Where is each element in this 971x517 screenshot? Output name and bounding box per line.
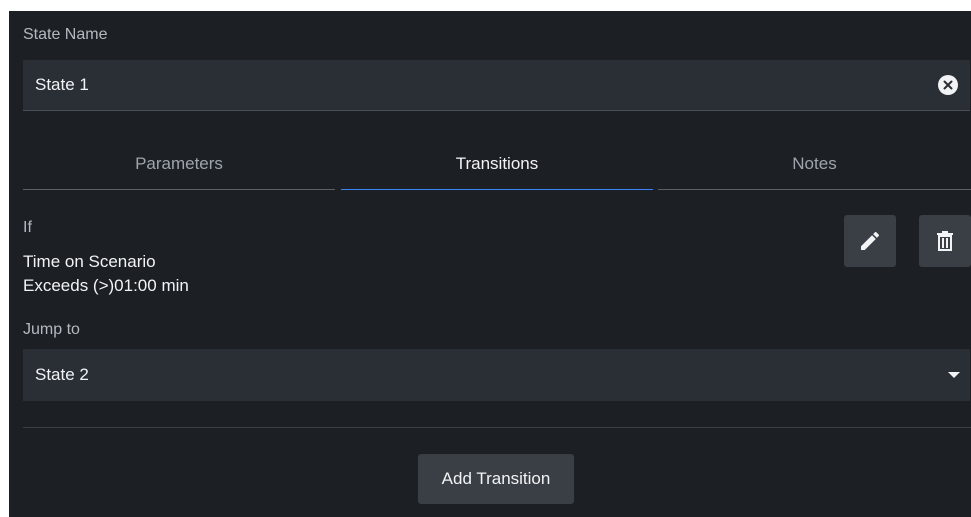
tab-notes[interactable]: Notes	[658, 148, 971, 190]
pencil-icon	[861, 231, 880, 250]
delete-transition-button[interactable]	[919, 215, 971, 267]
jump-to-value: State 2	[35, 365, 89, 384]
state-name-label: State Name	[23, 26, 108, 43]
trash-icon	[937, 231, 953, 251]
if-label: If	[23, 219, 32, 236]
state-name-value: State 1	[35, 75, 89, 94]
clear-circle-icon[interactable]	[938, 75, 958, 95]
jump-to-label: Jump to	[23, 321, 80, 338]
add-transition-button[interactable]: Add Transition	[418, 454, 574, 504]
state-editor-panel: State Name State 1 Parameters Transition…	[9, 11, 971, 517]
edit-transition-button[interactable]	[844, 215, 896, 267]
jump-to-select[interactable]: State 2	[23, 349, 970, 401]
condition-line-2: Exceeds (>)01:00 min	[23, 276, 189, 295]
tab-parameters[interactable]: Parameters	[23, 148, 335, 190]
condition-line-1: Time on Scenario	[23, 252, 156, 271]
section-divider	[23, 427, 971, 428]
dropdown-arrow-icon	[948, 372, 960, 378]
tab-transitions[interactable]: Transitions	[341, 148, 653, 190]
tab-bar: Parameters Transitions Notes	[23, 148, 971, 190]
state-name-input[interactable]: State 1	[23, 60, 970, 111]
